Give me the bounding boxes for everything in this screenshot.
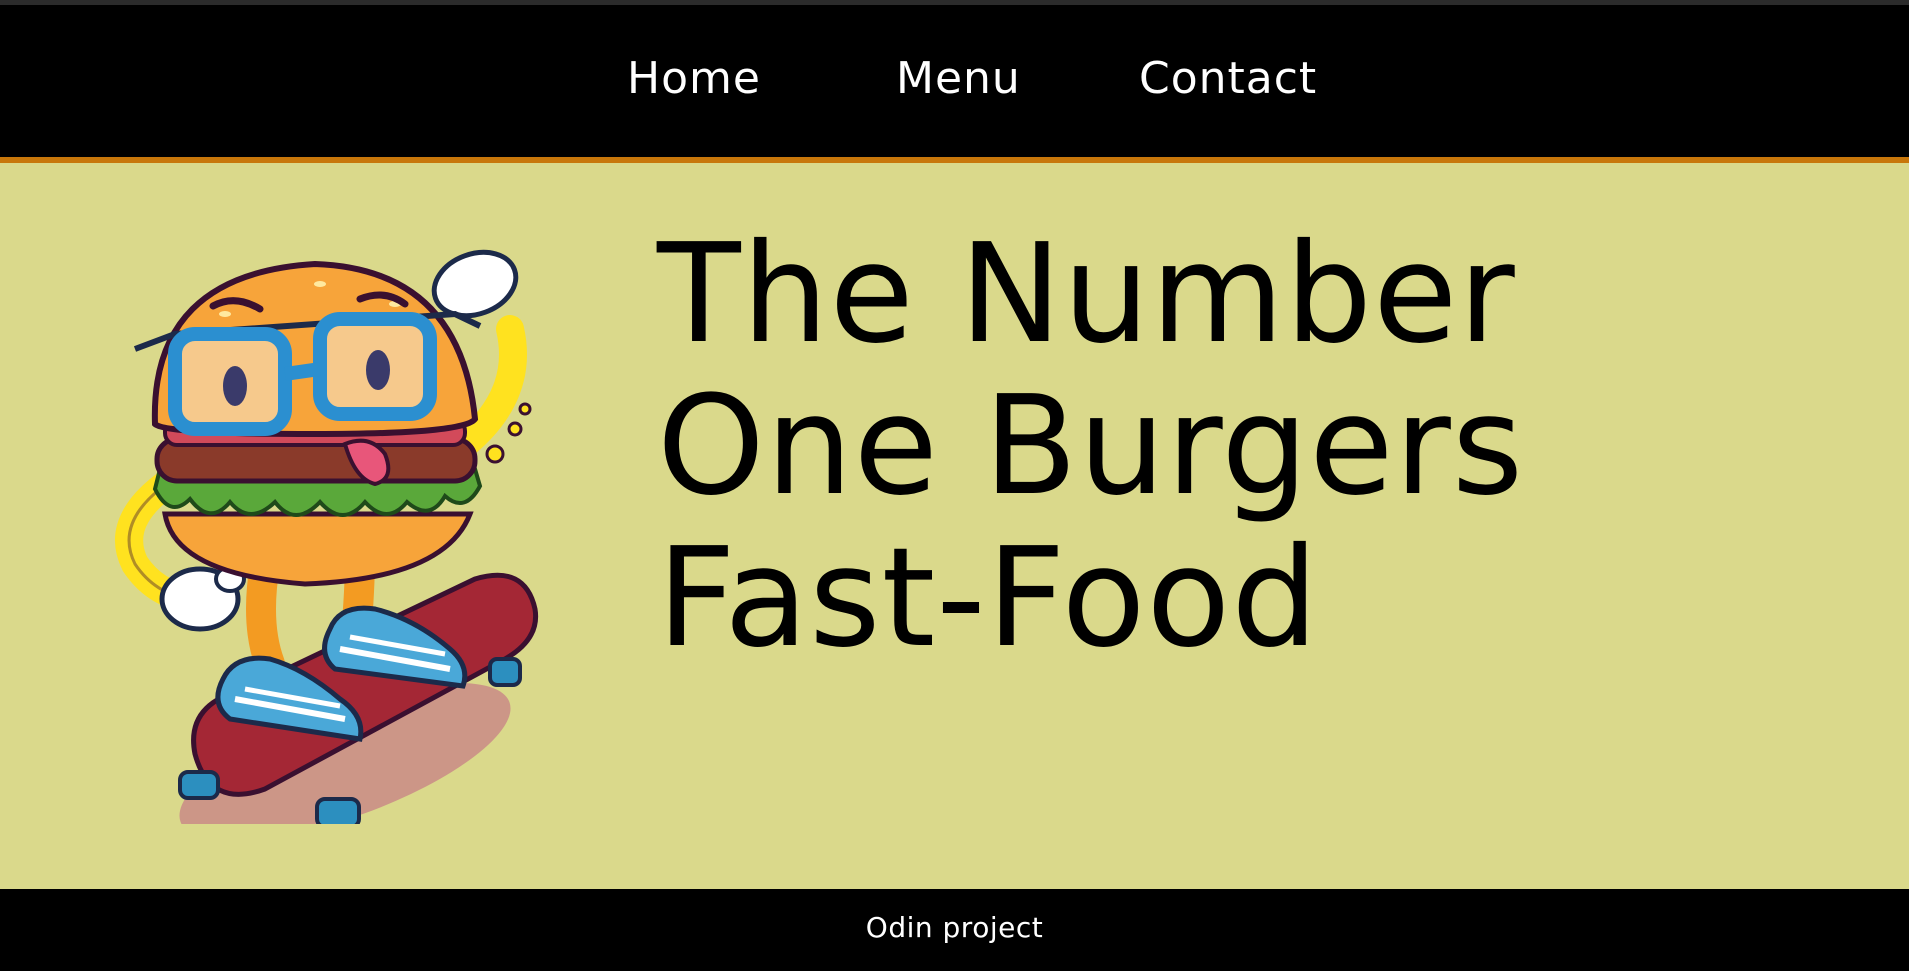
headline-line-2: One Burgers [657,367,1525,526]
nav-link-home[interactable]: Home [627,53,761,104]
headline-line-1: The Number [657,215,1516,374]
hero-headline: The Number One Burgers Fast-Food [657,219,1524,675]
footer: Odin project [0,889,1909,971]
navigation-bar: Home Menu Contact [0,5,1909,163]
nav-link-contact[interactable]: Contact [1139,53,1317,104]
footer-credit: Odin project [865,911,1044,944]
headline-line-3: Fast-Food [657,519,1320,678]
burger-mascot-illustration [115,249,539,824]
hero-section: The Number One Burgers Fast-Food [0,169,1909,889]
nav-link-menu[interactable]: Menu [896,53,1021,104]
